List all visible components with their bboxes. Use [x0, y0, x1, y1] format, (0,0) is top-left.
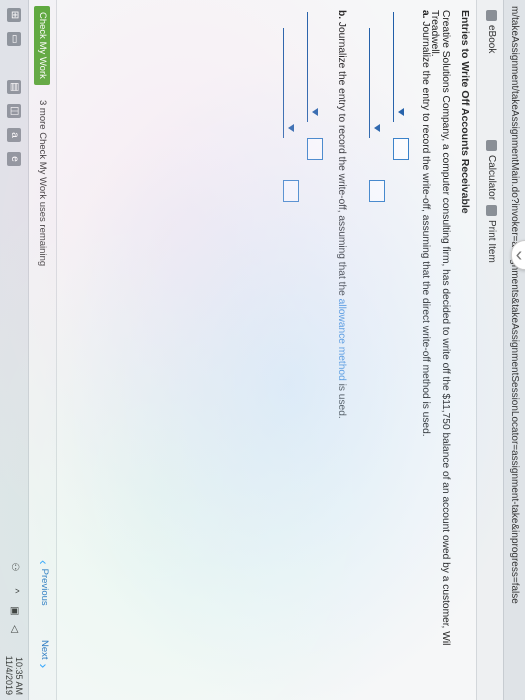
question-prompt: Creative Solutions Company, a computer c…	[429, 10, 451, 646]
amount-input-a1[interactable]	[393, 138, 409, 160]
calculator-label: Calculator	[486, 155, 497, 201]
previous-button[interactable]: ‹ Previous	[36, 560, 53, 606]
store-icon[interactable]: ◫	[7, 104, 21, 118]
check-my-work-button[interactable]: Check My Work	[34, 6, 50, 85]
account-select-b1[interactable]	[307, 12, 321, 122]
print-item-button[interactable]: Print Item	[486, 205, 497, 263]
part-b-text-1: Journalize the entry to record the write…	[336, 21, 347, 296]
check-remaining-text: 3 more Check My Work uses remaining	[37, 100, 48, 267]
account-select-a1[interactable]	[393, 12, 407, 122]
part-a-text: Journalize the entry to record the write…	[420, 21, 431, 437]
chevron-down-icon	[312, 108, 318, 116]
part-a-letter: a.	[420, 10, 431, 19]
file-explorer-icon[interactable]: ▤	[7, 80, 21, 94]
journal-row-a1	[391, 12, 409, 172]
calculator-icon	[486, 140, 497, 151]
part-b-instruction: b. Journalize the entry to record the wr…	[336, 10, 347, 419]
part-b-letter: b.	[336, 10, 347, 20]
windows-taskbar: ⊞ ▭ ▤ ◫ a e ⚇ ^ ▣ ◁ 10:35 AM 11/4/2019	[0, 0, 29, 700]
question-title: Entries to Write Off Accounts Receivable	[459, 10, 471, 214]
amount-input-b2[interactable]	[283, 180, 299, 202]
show-hidden-icons-icon[interactable]: ^	[7, 584, 21, 598]
chevron-left-icon: ‹	[515, 243, 523, 266]
next-button[interactable]: Next ›	[36, 640, 53, 669]
chevron-down-icon	[398, 108, 404, 116]
allowance-method-link[interactable]: allowance method	[336, 299, 347, 381]
print-label: Print Item	[486, 220, 497, 263]
print-icon	[486, 205, 497, 216]
address-bar[interactable]: m/takeAssignment/takeAssignmentMain.do?i…	[503, 0, 525, 700]
journal-row-b2	[281, 12, 299, 212]
system-clock[interactable]: 10:35 AM 11/4/2019	[4, 645, 24, 695]
journal-row-b1	[305, 12, 323, 172]
account-select-a2[interactable]	[369, 28, 383, 138]
chevron-down-icon	[288, 124, 294, 132]
journal-row-a2	[367, 12, 385, 212]
volume-icon[interactable]: ◁	[7, 622, 21, 636]
chevron-right-icon: ›	[36, 663, 53, 669]
people-icon[interactable]: ⚇	[7, 560, 21, 574]
chevron-down-icon	[374, 124, 380, 132]
start-icon[interactable]: ⊞	[7, 8, 21, 22]
account-select-b2[interactable]	[283, 28, 297, 138]
task-view-icon[interactable]: ▭	[7, 32, 21, 46]
ebook-label: eBook	[486, 25, 497, 54]
clock-time: 10:35 AM	[14, 656, 24, 695]
book-icon	[486, 10, 497, 21]
screen: m/takeAssignment/takeAssignmentMain.do?i…	[0, 0, 525, 700]
part-a-instruction: a. Journalize the entry to record the wr…	[420, 10, 431, 437]
assignment-footer: Check My Work 3 more Check My Work uses …	[28, 0, 57, 700]
next-label: Next	[39, 640, 50, 660]
network-icon[interactable]: ▣	[7, 604, 21, 618]
amount-input-b1[interactable]	[307, 138, 323, 160]
mail-icon[interactable]: a	[7, 128, 21, 142]
edge-icon[interactable]: e	[7, 152, 21, 166]
previous-label: Previous	[39, 568, 50, 606]
question-content: Entries to Write Off Accounts Receivable…	[57, 0, 477, 700]
calculator-button[interactable]: Calculator	[486, 140, 497, 200]
amount-input-a2[interactable]	[369, 180, 385, 202]
assignment-toolbar: eBook Calculator Print Item	[476, 0, 503, 700]
url-text: m/takeAssignment/takeAssignmentMain.do?i…	[509, 6, 520, 604]
clock-date: 11/4/2019	[4, 655, 14, 695]
chevron-left-icon: ‹	[36, 560, 53, 565]
ebook-button[interactable]: eBook	[486, 10, 497, 53]
part-b-text-2: is used.	[336, 383, 347, 419]
